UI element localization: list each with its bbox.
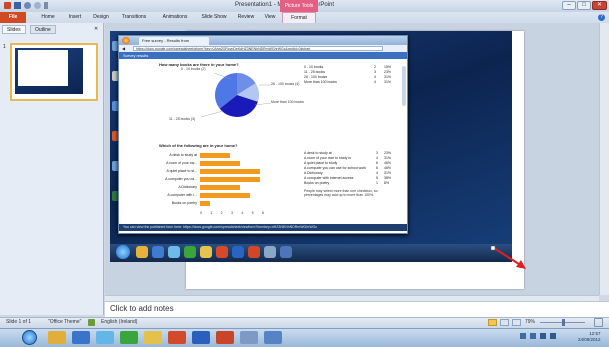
bar-axis: 0123456 (200, 211, 264, 215)
notes-pane[interactable] (105, 301, 609, 317)
pie-label: 26 - 100 books (4) (271, 82, 300, 86)
url-field[interactable]: https://docs.google.com/spreadsheet/gfor… (133, 46, 383, 51)
red-arrow-icon (490, 246, 526, 269)
taskbar-app-icon[interactable] (240, 331, 258, 344)
redo-icon[interactable] (34, 2, 41, 9)
zoom-slider-thumb[interactable] (562, 319, 565, 326)
customize-qat-icon[interactable] (44, 2, 48, 9)
table-row: More than 100 books 4 31% (304, 80, 392, 84)
language[interactable]: English (Ireland) (101, 319, 137, 325)
embedded-taskbar-icon (136, 246, 148, 258)
close-button[interactable]: ✕ (592, 1, 607, 10)
survey-results: How many books are there in your home? 0… (119, 59, 407, 219)
taskbar-app-icon[interactable] (72, 331, 90, 344)
tab-slides[interactable]: Slides (2, 25, 26, 34)
tab-insert[interactable]: Insert (62, 12, 88, 23)
tab-outline[interactable]: Outline (30, 25, 56, 34)
taskbar-app-icon[interactable] (96, 331, 114, 344)
theme-name[interactable]: "Office Theme" (48, 319, 81, 325)
taskbar-app-icon[interactable] (264, 331, 282, 344)
back-icon[interactable]: ◀ (122, 46, 125, 51)
chrome-logo-icon (122, 37, 130, 44)
quick-access-toolbar (4, 2, 48, 9)
explorer-icon[interactable] (48, 331, 66, 344)
embedded-taskbar-icon (232, 246, 244, 258)
tab-review[interactable]: Review (233, 12, 259, 23)
powerpoint-taskbar-icon[interactable] (168, 331, 186, 344)
published-form-footer: You can view the published form here: ht… (119, 224, 407, 231)
undo-icon[interactable] (24, 2, 31, 9)
embedded-taskbar-icon (200, 246, 212, 258)
embedded-taskbar-icon (184, 246, 196, 258)
tab-home[interactable]: Home (35, 12, 61, 23)
powerpoint-logo-icon[interactable] (4, 2, 11, 9)
browser-scrollbar[interactable] (402, 66, 406, 106)
embedded-screenshot[interactable]: Free survey - Results from SurveyGizmo ◀… (110, 31, 512, 262)
table-row: Books on poetry 1 8% (304, 181, 390, 185)
embedded-taskbar-icon (264, 246, 276, 258)
vertical-scrollbar[interactable] (599, 23, 609, 295)
tab-format[interactable]: Format (282, 12, 316, 23)
q2-table: A desk to study at 3 23% A room of your ow… (304, 151, 404, 197)
save-icon[interactable] (14, 2, 21, 9)
notes-placeholder[interactable]: Click to add notes (110, 304, 174, 313)
q2-note: People may select more than one checkbox… (304, 189, 378, 197)
taskbar-app-icon[interactable] (120, 331, 138, 344)
slide-number: 1 (3, 44, 6, 50)
bar-chart: A desk to study at A room of your ow... … (159, 153, 299, 209)
volume-icon[interactable] (550, 333, 556, 339)
start-button[interactable] (22, 330, 37, 345)
normal-view-icon[interactable] (488, 319, 497, 326)
tab-transitions[interactable]: Transitions (116, 12, 152, 23)
tab-slide-show[interactable]: Slide Show (196, 12, 232, 23)
q1-table: 0 - 10 books 2 15% 11 - 25 books 3 23% 26 - … (304, 65, 399, 85)
minimize-button[interactable]: – (562, 1, 576, 10)
spelling-icon[interactable] (88, 319, 95, 326)
tab-view[interactable]: View (259, 12, 281, 23)
taskbar-app-icon[interactable] (192, 331, 210, 344)
tab-design[interactable]: Design (88, 12, 114, 23)
slide-count: Slide 1 of 1 (6, 319, 32, 325)
zoom-level[interactable]: 79% (525, 319, 535, 325)
tab-animations[interactable]: Animations (155, 12, 195, 23)
taskbar-clock[interactable]: 12:57 24/09/2012 (578, 331, 601, 343)
tray-icon[interactable] (530, 333, 536, 339)
embedded-taskbar-icon (168, 246, 180, 258)
system-tray (520, 333, 570, 341)
embedded-taskbar-icon (152, 246, 164, 258)
embedded-taskbar-icon (248, 246, 260, 258)
slide-thumbnail[interactable] (10, 43, 98, 101)
browser-tab[interactable]: Free survey - Results from SurveyGizmo (139, 37, 209, 51)
windows-taskbar (0, 328, 609, 347)
embedded-start-icon (116, 245, 130, 259)
pie-label: 11 - 25 books (3) (169, 117, 196, 121)
fit-to-window-icon[interactable] (594, 318, 603, 327)
slide-sorter-icon[interactable] (500, 319, 509, 326)
close-pane-icon[interactable]: ✕ (94, 26, 98, 32)
maximize-button[interactable]: □ (577, 1, 591, 10)
clock-date: 24/09/2012 (578, 337, 601, 342)
help-icon[interactable]: ? (598, 14, 605, 21)
chrome-icon[interactable] (144, 331, 162, 344)
pie-label: 0 - 10 books (2) (181, 67, 206, 71)
embedded-taskbar-icon (216, 246, 228, 258)
network-icon[interactable] (540, 333, 546, 339)
reading-view-icon[interactable] (512, 319, 521, 326)
browser-window: Free survey - Results from SurveyGizmo ◀… (118, 35, 408, 234)
tray-icon[interactable] (520, 333, 526, 339)
survey-header: Survey results (119, 52, 407, 59)
picture-tools-context-tab: Picture Tools (280, 0, 318, 12)
question-2-title: Which of the following are in your home? (159, 143, 238, 148)
taskbar-app-icon[interactable] (216, 331, 234, 344)
embedded-taskbar-icon (280, 246, 292, 258)
pie-label: More than 100 books (271, 100, 304, 104)
tab-file[interactable]: File (0, 12, 26, 23)
